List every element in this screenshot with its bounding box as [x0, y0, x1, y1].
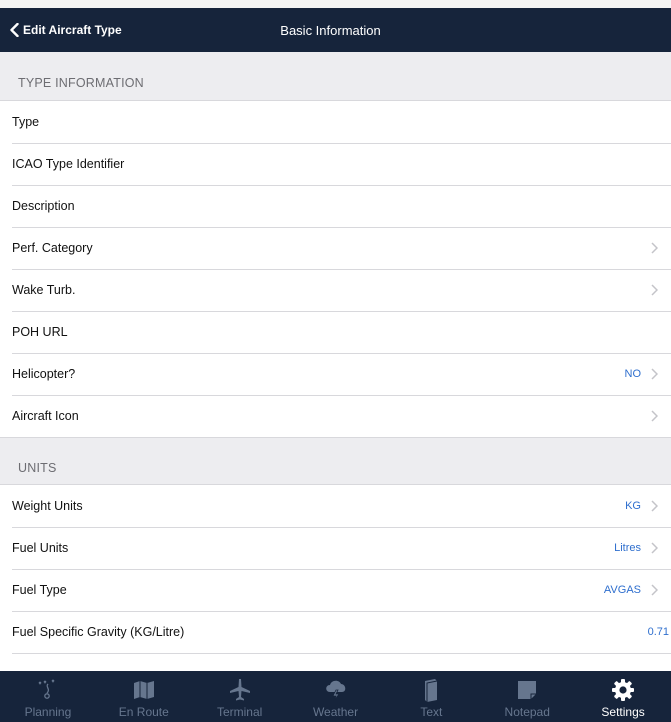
- weight-units-value: KG: [625, 500, 641, 512]
- section-header-type-information: TYPE INFORMATION: [18, 76, 144, 90]
- fuel-specific-gravity-field[interactable]: Fuel Specific Gravity (KG/Litre) 0.71: [0, 611, 671, 653]
- fuel-units-row[interactable]: Fuel Units Litres: [0, 527, 671, 569]
- tab-label: En Route: [118, 705, 169, 719]
- tab-notepad[interactable]: Notepad: [479, 671, 575, 722]
- row-label: Fuel Units: [12, 541, 69, 555]
- chevron-right-icon: [651, 409, 665, 423]
- weight-units-row[interactable]: Weight Units KG: [0, 485, 671, 527]
- chevron-right-icon: [651, 541, 665, 555]
- notepad-icon: [517, 677, 537, 703]
- tab-en-route[interactable]: En Route: [96, 671, 192, 722]
- row-label: Wake Turb.: [12, 283, 76, 297]
- row-label: ICAO Type Identifier: [12, 157, 125, 171]
- tab-bar: Planning En Route Terminal Weather Text …: [0, 671, 671, 722]
- description-field[interactable]: Description: [0, 185, 671, 227]
- section-header-units: UNITS: [18, 461, 57, 475]
- tab-label: Text: [420, 705, 443, 719]
- tab-planning[interactable]: Planning: [0, 671, 96, 722]
- row-label: POH URL: [12, 325, 68, 339]
- chevron-right-icon: [651, 241, 665, 255]
- row-label: Aircraft Icon: [12, 409, 79, 423]
- tab-terminal[interactable]: Terminal: [192, 671, 288, 722]
- type-information-group: Type ICAO Type Identifier Description Pe…: [0, 100, 671, 438]
- icao-type-identifier-field[interactable]: ICAO Type Identifier: [0, 143, 671, 185]
- tab-label: Terminal: [216, 705, 263, 719]
- chevron-right-icon: [651, 283, 665, 297]
- map-icon: [133, 677, 155, 703]
- perf-category-row[interactable]: Perf. Category: [0, 227, 671, 269]
- row-label: Helicopter?: [12, 367, 76, 381]
- tab-label: Planning: [24, 705, 72, 719]
- text-icon: [423, 677, 439, 703]
- tab-weather[interactable]: Weather: [288, 671, 384, 722]
- chevron-right-icon: [651, 583, 665, 597]
- gear-icon: [611, 677, 635, 703]
- settings-list[interactable]: TYPE INFORMATION Type ICAO Type Identifi…: [0, 52, 671, 677]
- navigation-bar: Basic Information Edit Aircraft Type: [0, 8, 671, 52]
- row-label: Perf. Category: [12, 241, 93, 255]
- weather-icon: [323, 677, 349, 703]
- tab-label: Weather: [312, 705, 359, 719]
- row-label: Fuel Specific Gravity (KG/Litre): [12, 625, 185, 639]
- row-label: Weight Units: [12, 499, 83, 513]
- tab-text[interactable]: Text: [383, 671, 479, 722]
- helicopter-row[interactable]: Helicopter? NO: [0, 353, 671, 395]
- planning-icon: [35, 677, 61, 703]
- helicopter-value: NO: [624, 368, 642, 380]
- aircraft-icon-row[interactable]: Aircraft Icon: [0, 395, 671, 437]
- fuel-units-value: Litres: [614, 542, 641, 554]
- wake-turb-row[interactable]: Wake Turb.: [0, 269, 671, 311]
- row-label: Fuel Type: [12, 583, 67, 597]
- fuel-type-row[interactable]: Fuel Type AVGAS: [0, 569, 671, 611]
- chevron-right-icon: [651, 367, 665, 381]
- chevron-right-icon: [651, 499, 665, 513]
- back-button[interactable]: Edit Aircraft Type: [10, 8, 122, 52]
- poh-url-field[interactable]: POH URL: [0, 311, 671, 353]
- tab-settings[interactable]: Settings: [575, 671, 671, 722]
- fuel-specific-gravity-value: 0.71: [647, 626, 669, 638]
- type-field[interactable]: Type: [0, 101, 671, 143]
- row-label: Description: [12, 199, 75, 213]
- tab-label: Notepad: [504, 705, 550, 719]
- row-label: Type: [12, 115, 40, 129]
- status-bar: [0, 0, 671, 8]
- tab-label: Settings: [601, 705, 645, 719]
- back-button-label: Edit Aircraft Type: [23, 23, 122, 37]
- units-group: Weight Units KG Fuel Units Litres Fuel T…: [0, 484, 671, 677]
- fuel-type-value: AVGAS: [603, 584, 641, 596]
- chevron-left-icon: [10, 23, 19, 37]
- airplane-icon: [229, 677, 251, 703]
